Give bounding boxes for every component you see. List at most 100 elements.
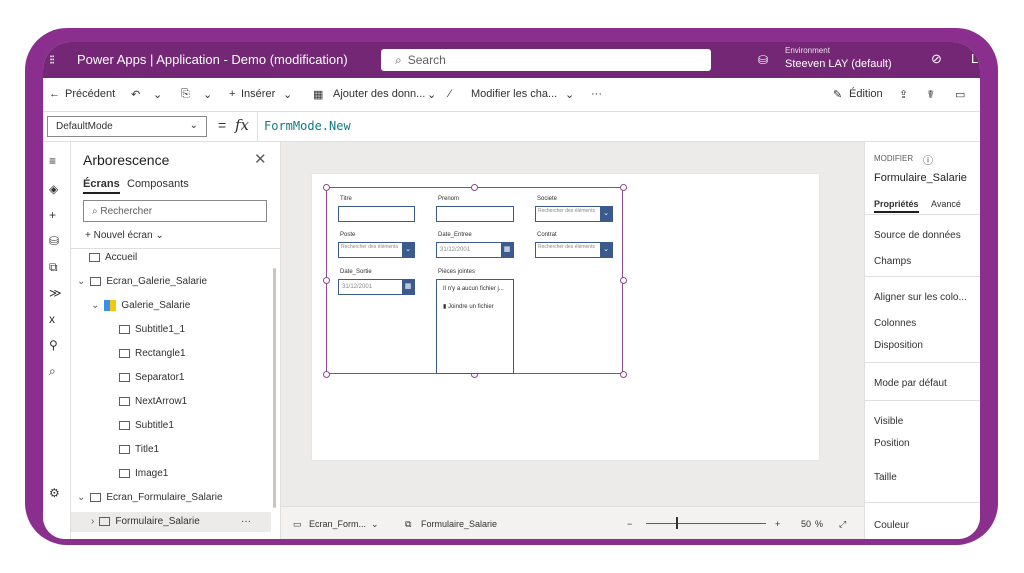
tree-node-subtitle1-1[interactable]: Subtitle1_1 (119, 320, 185, 340)
variables-icon[interactable]: x (49, 312, 55, 326)
environment-icon[interactable]: ⛁ (758, 53, 768, 67)
prop-default-mode[interactable]: Mode par défaut (874, 378, 947, 389)
formula-input[interactable]: FormMode.New (257, 112, 980, 142)
account-icon[interactable]: L (971, 51, 978, 66)
fx-icon[interactable]: fx (235, 116, 249, 134)
tree-node-accueil[interactable]: Accueil (89, 248, 137, 268)
tree-node-subtitle1[interactable]: Subtitle1 (119, 416, 174, 436)
share-icon[interactable]: ⇪ (899, 88, 908, 101)
close-icon[interactable]: ✕ (254, 150, 267, 168)
search-icon[interactable]: ⌕ (49, 364, 56, 379)
data-icon[interactable]: ⛁ (49, 234, 59, 248)
insert-chevron-down-icon[interactable]: ⌄ (283, 88, 292, 101)
attach-file-link[interactable]: ▮ Joindre un fichier (443, 303, 494, 310)
media-icon[interactable]: ⧉ (49, 260, 58, 275)
copilot-icon[interactable]: ⊘ (931, 51, 942, 67)
titre-input[interactable] (338, 206, 415, 222)
tree-node-separator1[interactable]: Separator1 (119, 368, 184, 388)
tree-node-formulaire-salarie[interactable]: › Formulaire_Salarie ··· (71, 512, 271, 532)
poste-dropdown[interactable]: Rechercher des éléments ⌄ (338, 242, 415, 258)
zoom-in-button[interactable]: + (775, 519, 780, 529)
current-control-label[interactable]: Formulaire_Salarie (421, 519, 497, 529)
date-sortie-picker[interactable]: 31/12/2001 ▦ (338, 279, 415, 295)
prop-snap-to-columns[interactable]: Aligner sur les colo... (874, 292, 967, 303)
date-entree-picker[interactable]: 31/12/2001 ▦ (436, 242, 514, 258)
modify-fields-button[interactable]: Modifier les cha... (471, 88, 557, 100)
plus-icon[interactable]: + (49, 208, 56, 222)
paste-chevron-down-icon[interactable]: ⌄ (203, 88, 212, 101)
undo-chevron-down-icon[interactable]: ⌄ (153, 88, 162, 101)
prop-columns[interactable]: Colonnes (874, 318, 916, 329)
tree-scrollbar[interactable] (273, 268, 276, 508)
resize-handle[interactable] (323, 184, 330, 191)
app-launcher-icon[interactable]: ⁝⁝ (49, 52, 55, 68)
tree-node-rectangle1[interactable]: Rectangle1 (119, 344, 186, 364)
new-screen-button[interactable]: + Nouvel écran ⌄ (85, 230, 164, 241)
edition-button[interactable]: Édition (849, 88, 883, 100)
prop-data-source[interactable]: Source de données (874, 230, 961, 241)
tab-components[interactable]: Composants (127, 178, 189, 190)
resize-handle[interactable] (471, 184, 478, 191)
tools-icon[interactable]: ⚲ (49, 338, 58, 352)
zoom-slider-handle[interactable] (676, 517, 678, 529)
properties-section-label: MODIFIER (874, 154, 914, 163)
tree-node-image1[interactable]: Image1 (119, 464, 168, 484)
add-data-chevron-down-icon[interactable]: ⌄ (427, 88, 436, 101)
modify-fields-chevron-down-icon[interactable]: ⌄ (565, 88, 574, 101)
insert-button[interactable]: Insérer (241, 88, 275, 100)
prop-visible[interactable]: Visible (874, 416, 903, 427)
layers-icon[interactable]: ◈ (49, 182, 58, 196)
database-icon[interactable]: ▦ (313, 88, 323, 101)
prenom-input[interactable] (436, 206, 514, 222)
tree-search-input[interactable]: ⌕ Rechercher (83, 200, 267, 222)
resize-handle[interactable] (620, 371, 627, 378)
help-icon[interactable]: ⓘ (923, 152, 933, 167)
contrat-dropdown[interactable]: Rechercher des éléments ⌄ (535, 242, 613, 258)
tab-advanced[interactable]: Avancé (931, 199, 961, 209)
tree-node-nextarrow1[interactable]: NextArrow1 (119, 392, 187, 412)
current-screen-selector[interactable]: Ecran_Form... (309, 519, 366, 529)
add-data-button[interactable]: Ajouter des donn... (333, 88, 425, 100)
tree-node-ecran-formulaire[interactable]: ⌄ Ecran_Formulaire_Salarie (77, 488, 223, 508)
paste-icon[interactable]: ⎘ (181, 88, 190, 101)
prop-position[interactable]: Position (874, 438, 910, 449)
resize-handle[interactable] (323, 371, 330, 378)
chevron-down-icon[interactable]: ⌄ (371, 519, 379, 530)
settings-gear-icon[interactable]: ⚙ (49, 486, 60, 500)
divider (865, 214, 980, 215)
prop-color[interactable]: Couleur (874, 520, 909, 531)
prop-size[interactable]: Taille (874, 472, 897, 483)
fit-to-window-icon[interactable]: ⤢ (839, 519, 846, 530)
comment-icon[interactable]: ▭ (955, 88, 965, 101)
property-selector[interactable]: DefaultMode ⌄ (47, 116, 207, 137)
attachments-control[interactable]: Il n'y a aucun fichier j... ▮ Joindre un… (436, 279, 514, 374)
more-commands-button[interactable]: ··· (591, 88, 602, 100)
tab-screens[interactable]: Écrans (83, 178, 120, 194)
zoom-out-button[interactable]: − (627, 519, 632, 529)
automate-icon[interactable]: ≫ (49, 286, 62, 300)
back-button[interactable]: Précédent (65, 88, 115, 100)
environment-value[interactable]: Steeven LAY (default) (785, 58, 892, 70)
resize-handle[interactable] (323, 277, 330, 284)
tree-node-label: Separator1 (135, 372, 185, 383)
tree-node-title1[interactable]: Title1 (119, 440, 159, 460)
societe-dropdown[interactable]: Rechercher des éléments ⌄ (535, 206, 613, 222)
pencil-icon[interactable]: ✎ (833, 88, 842, 101)
menu-icon[interactable]: ≡ (49, 154, 56, 168)
tree-node-galerie[interactable]: ⌄ Galerie_Salarie (91, 296, 190, 316)
screen-icon: ▭ (293, 519, 302, 529)
resize-handle[interactable] (620, 277, 627, 284)
prop-fields[interactable]: Champs (874, 256, 911, 267)
stethoscope-icon[interactable]: ☤ (927, 88, 934, 101)
tree-node-ecran-galerie[interactable]: ⌄ Ecran_Galerie_Salarie (77, 272, 207, 292)
search-box[interactable]: ⌕ Search (381, 49, 711, 71)
tab-properties[interactable]: Propriétés (874, 199, 919, 213)
node-more-button[interactable]: ··· (241, 512, 251, 532)
resize-handle[interactable] (620, 184, 627, 191)
fields-icon[interactable]: ⁄ (449, 88, 451, 100)
zoom-slider[interactable] (646, 523, 766, 524)
insert-plus-icon[interactable]: + (229, 88, 235, 100)
prop-layout[interactable]: Disposition (874, 340, 923, 351)
undo-icon[interactable]: ↶ (131, 88, 140, 101)
back-arrow-icon[interactable]: ← (49, 88, 60, 100)
